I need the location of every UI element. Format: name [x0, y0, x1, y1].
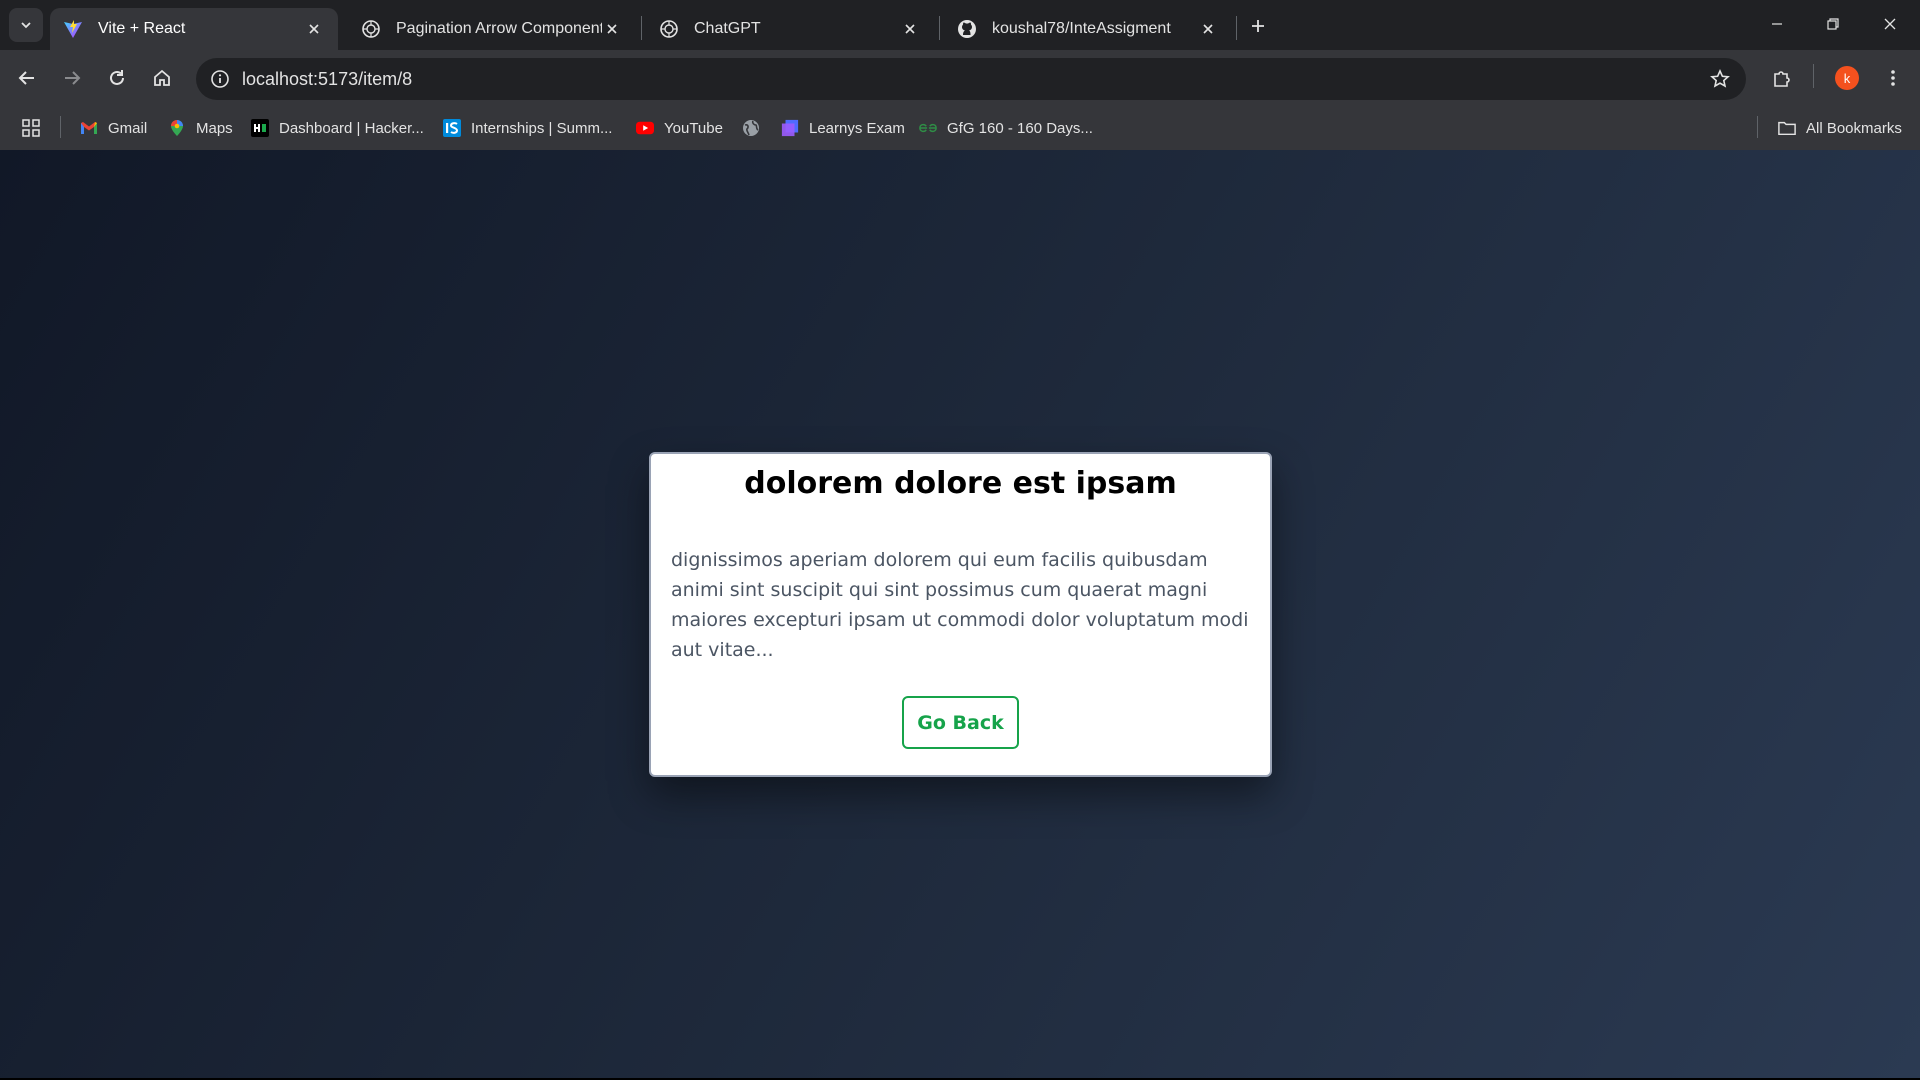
- close-icon[interactable]: [900, 19, 920, 39]
- bookmark-maps[interactable]: Maps: [168, 114, 233, 142]
- tab-title: koushal78/InteAssigment: [992, 20, 1171, 37]
- tab-separator: [939, 16, 940, 40]
- toolbar-separator: [1813, 64, 1814, 88]
- bookmark-label: Dashboard | Hacker...: [279, 119, 424, 137]
- profile-avatar[interactable]: k: [1835, 66, 1859, 90]
- maps-icon: [168, 119, 186, 137]
- tab-title: Pagination Arrow Component: [396, 20, 602, 37]
- globe-icon: [742, 119, 760, 137]
- plus-icon: [1252, 20, 1264, 32]
- item-body: dignissimos aperiam dolorem qui eum faci…: [671, 549, 1249, 661]
- restore-button[interactable]: [1813, 8, 1853, 40]
- bookmark-hackerrank[interactable]: Dashboard | Hacker...: [251, 114, 424, 142]
- item-card: dolorem dolore est ipsam dignissimos ape…: [649, 452, 1272, 777]
- bookmark-separator: [60, 116, 61, 138]
- close-icon: [1884, 18, 1896, 30]
- bookmarks-bar: Gmail Maps Dashboard | Hacker... Interns…: [0, 106, 1920, 150]
- more-vertical-icon: [1891, 70, 1895, 86]
- tab-pagination-arrow[interactable]: Pagination Arrow Component: [348, 8, 636, 50]
- page-content: dolorem dolore est ipsam dignissimos ape…: [0, 150, 1920, 1078]
- tab-title: Vite + React: [98, 20, 186, 37]
- arrow-left-icon: [18, 71, 34, 85]
- close-icon[interactable]: [602, 19, 622, 39]
- reload-icon: [110, 70, 124, 85]
- tab-search-button[interactable]: [9, 8, 43, 42]
- tab-vite-react[interactable]: Vite + React: [50, 8, 338, 50]
- bookmark-learnys[interactable]: Learnys Exam: [781, 114, 905, 142]
- close-window-button[interactable]: [1870, 8, 1910, 40]
- bookmark-label: Internships | Summ...: [471, 119, 613, 137]
- bookmark-star-icon[interactable]: [1708, 67, 1732, 91]
- github-icon: [956, 18, 978, 40]
- restore-icon: [1827, 18, 1839, 30]
- minimize-icon: [1772, 23, 1782, 25]
- menu-button[interactable]: [1877, 62, 1909, 94]
- hackerrank-icon: [251, 119, 269, 137]
- youtube-icon: [636, 119, 654, 137]
- new-tab-button[interactable]: [1244, 12, 1272, 40]
- tab-separator: [641, 16, 642, 40]
- arrow-right-icon: [65, 71, 81, 85]
- chatgpt-icon: [360, 18, 382, 40]
- go-back-button[interactable]: Go Back: [902, 696, 1019, 749]
- bookmark-gmail[interactable]: Gmail: [80, 114, 147, 142]
- home-icon: [154, 69, 170, 86]
- bookmark-gfg[interactable]: GfG 160 - 160 Days...: [919, 114, 1093, 142]
- reload-button[interactable]: [101, 62, 133, 94]
- home-button[interactable]: [146, 62, 178, 94]
- minimize-button[interactable]: [1757, 8, 1797, 40]
- address-url[interactable]: localhost:5173/item/8: [242, 69, 412, 90]
- tab-github[interactable]: koushal78/InteAssigment: [944, 8, 1232, 50]
- browser-window: Vite + React Pagination Arrow Component …: [0, 0, 1920, 1080]
- bookmark-internshala[interactable]: Internships | Summ...: [443, 114, 612, 142]
- bookmark-label: Learnys Exam: [809, 119, 905, 137]
- bookmark-label: Maps: [196, 119, 233, 137]
- extensions-button[interactable]: [1766, 62, 1798, 94]
- vite-icon: [62, 18, 84, 40]
- apps-button[interactable]: [22, 114, 50, 142]
- back-button[interactable]: [11, 62, 43, 94]
- chevron-down-icon: [21, 22, 31, 29]
- item-title: dolorem dolore est ipsam: [744, 466, 1177, 501]
- forward-button[interactable]: [56, 62, 88, 94]
- learnys-icon: [781, 119, 799, 137]
- close-icon[interactable]: [304, 19, 324, 39]
- all-bookmarks-button[interactable]: All Bookmarks: [1778, 114, 1902, 142]
- puzzle-icon: [1774, 71, 1790, 87]
- tab-separator: [1236, 16, 1237, 40]
- close-icon[interactable]: [1198, 19, 1218, 39]
- folder-icon: [1778, 119, 1796, 137]
- bookmark-label: GfG 160 - 160 Days...: [947, 119, 1093, 137]
- bookmark-youtube[interactable]: YouTube: [636, 114, 723, 142]
- browser-toolbar: localhost:5173/item/8: [0, 50, 1920, 106]
- bookmark-label: Gmail: [108, 119, 148, 137]
- bookmark-label: YouTube: [664, 119, 723, 137]
- address-bar[interactable]: localhost:5173/item/8: [196, 58, 1746, 100]
- apps-grid-icon: [22, 119, 40, 137]
- tab-chatgpt[interactable]: ChatGPT: [646, 8, 934, 50]
- gmail-icon: [80, 119, 98, 137]
- tab-strip: Vite + React Pagination Arrow Component …: [0, 0, 1920, 50]
- chatgpt-icon: [658, 18, 680, 40]
- tab-title: ChatGPT: [694, 20, 761, 37]
- site-info-icon[interactable]: [208, 67, 232, 91]
- internshala-icon: [443, 119, 461, 137]
- all-bookmarks-label: All Bookmarks: [1806, 119, 1902, 137]
- bookmark-separator: [1757, 116, 1758, 138]
- gfg-icon: [919, 119, 937, 137]
- bookmark-globe[interactable]: [742, 114, 770, 142]
